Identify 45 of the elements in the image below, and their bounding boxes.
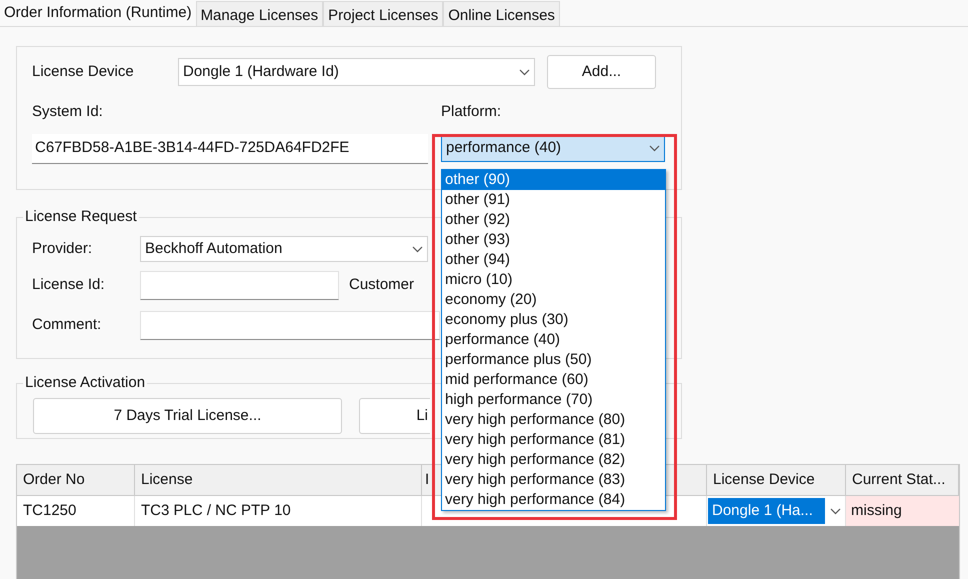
platform-label: Platform: (441, 102, 502, 122)
platform-dropdown[interactable]: performance (40) (441, 136, 665, 162)
license-request-title: License Request (23, 207, 139, 227)
platform-option[interactable]: micro (10) (442, 270, 665, 290)
table-cell: TC3 PLC / NC PTP 10 (135, 496, 422, 526)
license-device-label: License Device (32, 62, 135, 82)
platform-option[interactable]: economy (20) (442, 290, 665, 310)
comment-field[interactable] (140, 311, 440, 340)
tab[interactable]: Project Licenses (323, 1, 444, 26)
platform-option[interactable]: other (94) (442, 250, 665, 270)
platform-option[interactable]: other (91) (442, 190, 665, 210)
tab[interactable]: Manage Licenses (196, 1, 324, 26)
platform-option[interactable]: other (92) (442, 210, 665, 230)
chevron-down-icon (412, 246, 423, 252)
chevron-down-icon (519, 68, 530, 76)
chevron-down-icon (830, 508, 841, 514)
activation-button[interactable]: 7 Days Trial License... (33, 398, 342, 434)
status-cell: missing (846, 496, 959, 526)
tab[interactable]: Online Licenses (443, 1, 560, 26)
provider-dropdown[interactable]: Beckhoff Automation (140, 236, 428, 262)
platform-option[interactable]: high performance (70) (442, 390, 665, 410)
platform-option[interactable]: other (93) (442, 230, 665, 250)
license-id-field[interactable] (140, 271, 339, 300)
platform-option[interactable]: very high performance (84) (442, 490, 665, 510)
platform-option[interactable]: performance (40) (442, 330, 665, 350)
platform-option[interactable]: other (90) (442, 170, 665, 190)
chevron-down-icon (649, 145, 660, 152)
activation-button[interactable]: Li (359, 398, 430, 434)
license-id-label: License Id: (32, 275, 106, 296)
platform-option[interactable]: very high performance (82) (442, 450, 665, 470)
table-cell: TC1250 (17, 496, 135, 526)
license-device-cell-dropdown[interactable]: Dongle 1 (Ha... (708, 498, 826, 524)
license-device-dropdown[interactable]: Dongle 1 (Hardware Id) (178, 58, 535, 86)
platform-option[interactable]: economy plus (30) (442, 310, 665, 330)
system-id-field[interactable]: C67FBD58-A1BE-3B14-44FD-725DA64FD2FE (32, 134, 428, 164)
comment-label: Comment: (32, 315, 102, 336)
platform-option[interactable]: very high performance (81) (442, 430, 665, 450)
provider-label: Provider: (32, 238, 94, 259)
platform-option[interactable]: very high performance (80) (442, 410, 665, 430)
platform-option[interactable]: performance plus (50) (442, 350, 665, 370)
add-button[interactable]: Add... (547, 55, 656, 89)
customer-label: Customer (349, 275, 414, 296)
platform-option[interactable]: very high performance (83) (442, 470, 665, 490)
platform-option[interactable]: mid performance (60) (442, 370, 665, 390)
system-id-label: System Id: (32, 102, 104, 122)
